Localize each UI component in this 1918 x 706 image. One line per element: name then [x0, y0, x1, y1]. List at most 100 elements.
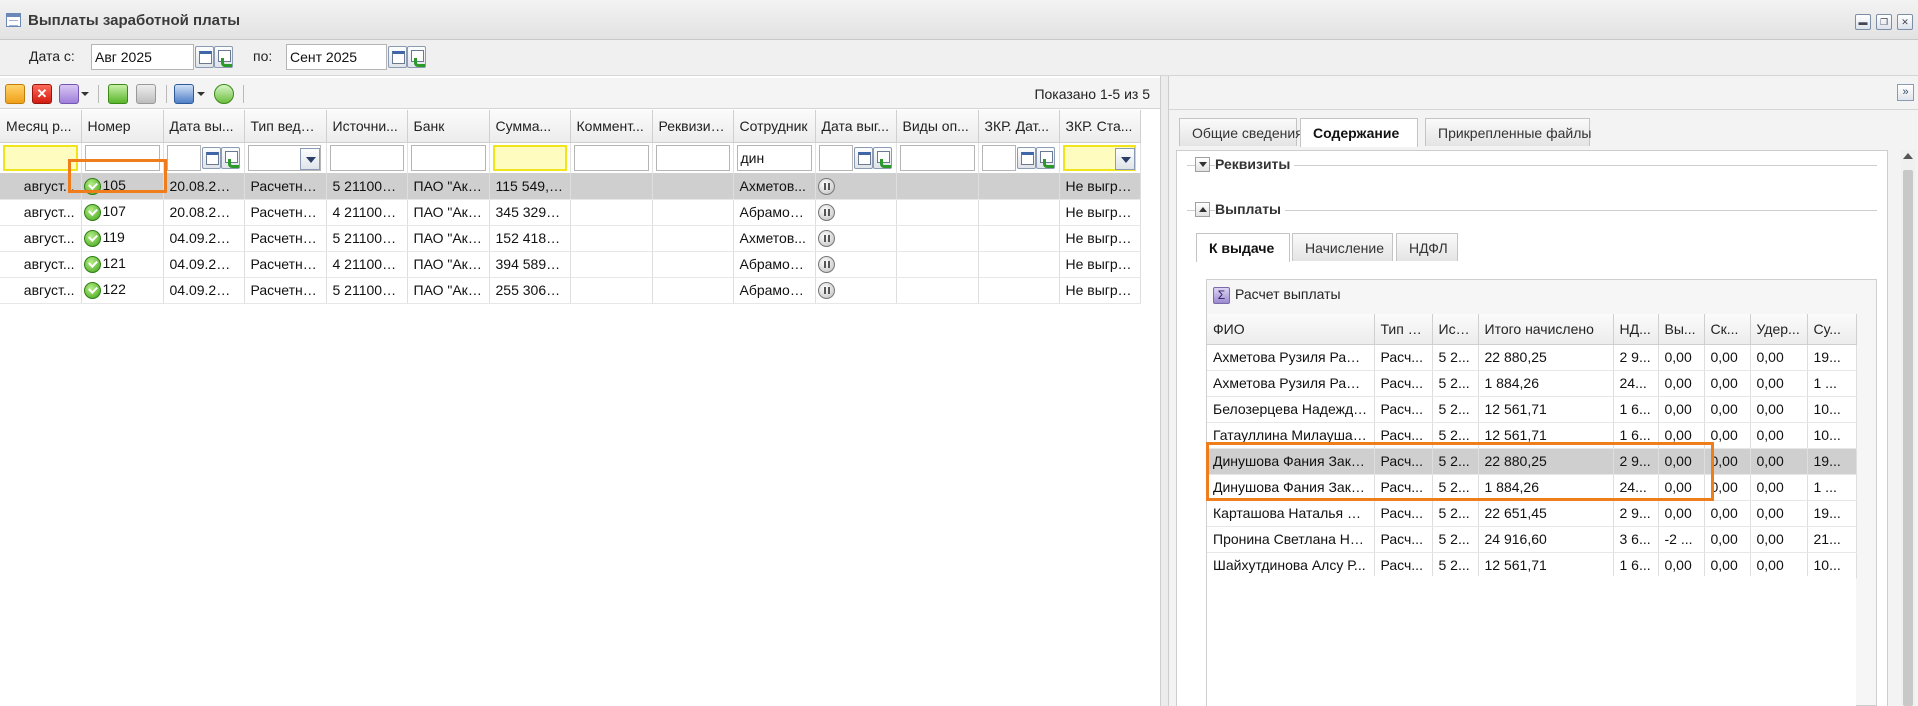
column-header[interactable]: Номер [81, 110, 164, 143]
table-row[interactable]: август... 122 04.09.2025 Расчетно... 5 21100… [0, 277, 1141, 304]
column-header[interactable]: Сумма... [489, 110, 571, 143]
filter-cell[interactable] [1059, 142, 1141, 173]
approve-icon[interactable] [108, 84, 128, 104]
table-row[interactable]: август... 105 20.08.2025 Расчетно... 5 21100… [0, 173, 1141, 200]
filter-cell[interactable] [815, 142, 897, 173]
column-header[interactable]: Тип в... [1374, 314, 1433, 345]
tab-item[interactable]: Прикрепленные файлы [1425, 118, 1591, 146]
filter-cell[interactable] [0, 142, 82, 173]
payments-section-title[interactable]: Выплаты [1215, 201, 1286, 217]
table-row[interactable]: Ахметова Рузиля Раф... Расч... 5 2... 1 884… [1207, 370, 1857, 397]
filter-cell[interactable] [652, 142, 734, 173]
filter-input[interactable] [3, 144, 78, 171]
table-row[interactable]: Пронина Светлана Ни... Расч... 5 2... 24 91… [1207, 526, 1857, 553]
table-row[interactable]: август... 121 04.09.2025 Расчетно... 4 21100… [0, 251, 1141, 278]
employee-filter-input[interactable]: дин [736, 144, 812, 171]
delete-icon[interactable]: ✕ [32, 84, 52, 104]
dropdown-arrow-icon[interactable] [1114, 147, 1135, 170]
table-row[interactable]: Шайхутдинова Алсу Р... Расч... 5 2... 12 56… [1207, 552, 1857, 579]
column-header[interactable]: Вы... [1658, 314, 1705, 345]
dropdown-arrow-icon[interactable] [197, 92, 205, 96]
filter-input[interactable] [84, 144, 160, 171]
table-row[interactable]: август... 107 20.08.2025 Расчетно... 4 21100… [0, 199, 1141, 226]
filter-input[interactable] [410, 144, 486, 171]
filter-input[interactable] [573, 144, 649, 171]
table-row[interactable]: Динушова Фания Заки... Расч... 5 2... 22 88… [1207, 448, 1857, 475]
calendar-icon[interactable] [388, 46, 407, 68]
scroll-up-icon[interactable] [1903, 153, 1913, 159]
filter-input[interactable] [818, 144, 853, 171]
filter-cell[interactable] [163, 142, 245, 173]
calendar-icon[interactable] [1016, 146, 1036, 169]
filter-input[interactable] [329, 144, 404, 171]
calendar-icon[interactable] [853, 146, 873, 169]
vertical-scrollbar[interactable] [1901, 150, 1915, 706]
column-header[interactable]: НД... [1613, 314, 1659, 345]
filter-cell[interactable] [570, 142, 653, 173]
filter-cell[interactable] [978, 142, 1060, 173]
filter-input[interactable] [492, 144, 567, 171]
print-menu-icon[interactable] [174, 84, 194, 104]
column-header[interactable]: Источни... [326, 110, 408, 143]
splitter[interactable] [1160, 76, 1169, 706]
date-to-field[interactable]: Сент 2025 [286, 44, 387, 70]
add-menu-icon[interactable] [59, 84, 79, 104]
column-header[interactable]: Су... [1807, 314, 1857, 345]
filter-cell[interactable] [407, 142, 490, 173]
minimize-icon[interactable]: ▬ [1855, 14, 1871, 30]
filter-cell[interactable] [81, 142, 164, 173]
clear-date-icon[interactable] [872, 146, 892, 169]
column-header[interactable]: Ск... [1704, 314, 1751, 345]
date-from-field[interactable]: Авг 2025 [91, 44, 194, 70]
refresh-icon[interactable] [214, 84, 234, 104]
table-row[interactable]: Ахметова Рузиля Раф... Расч... 5 2... 22 88… [1207, 344, 1857, 371]
filter-input[interactable] [899, 144, 975, 171]
table-row[interactable]: Белозерцева Надежда... Расч... 5 2... 12 56… [1207, 396, 1857, 423]
tab-item[interactable]: Общие сведения [1179, 118, 1303, 146]
filter-cell[interactable] [489, 142, 571, 173]
column-header[interactable]: Ист... [1432, 314, 1479, 345]
chevron-up-icon[interactable] [1195, 202, 1210, 217]
calendar-icon[interactable] [201, 146, 221, 169]
filter-cell[interactable] [896, 142, 979, 173]
subtab-item[interactable]: К выдаче [1196, 233, 1290, 262]
table-row[interactable]: Карташова Наталья М... Расч... 5 2... 22 65… [1207, 500, 1857, 527]
column-header[interactable]: ФИО [1207, 314, 1375, 345]
column-header[interactable]: Виды оп... [896, 110, 979, 143]
scroll-thumb[interactable] [1903, 170, 1913, 706]
filter-input[interactable] [981, 144, 1016, 171]
filter-cell[interactable] [326, 142, 408, 173]
filter-input[interactable] [166, 144, 201, 171]
column-header[interactable]: Тип ведо... [244, 110, 327, 143]
column-header[interactable]: Сотрудник [733, 110, 816, 143]
column-header[interactable]: Банк [407, 110, 490, 143]
edit-icon[interactable] [5, 84, 25, 104]
column-header[interactable]: Итого начислено [1478, 314, 1614, 345]
filter-cell[interactable] [244, 142, 327, 173]
column-header[interactable]: ЗКР. Ста... [1059, 110, 1141, 143]
clear-date-icon[interactable] [214, 46, 233, 68]
column-header[interactable]: ЗКР. Дат... [978, 110, 1060, 143]
expand-icon[interactable]: » [1897, 84, 1914, 101]
clear-date-icon[interactable] [220, 146, 240, 169]
column-header[interactable]: Месяц р... [0, 110, 82, 143]
restore-icon[interactable]: ❐ [1876, 14, 1892, 30]
tab-item[interactable]: Содержание [1300, 118, 1418, 147]
table-row[interactable]: Динушова Фания Заки... Расч... 5 2... 1 884… [1207, 474, 1857, 501]
filter-cell[interactable]: дин [733, 142, 816, 173]
column-header[interactable]: Коммент... [570, 110, 653, 143]
column-header[interactable]: Реквизит... [652, 110, 734, 143]
calc-payout-button[interactable]: Σ Расчет выплаты [1213, 286, 1341, 308]
table-row[interactable]: август... 119 04.09.2025 Расчетно... 5 21100… [0, 225, 1141, 252]
table-row[interactable]: Гатауллина Милауша ... Расч... 5 2... 12 56… [1207, 422, 1857, 449]
column-header[interactable]: Дата выг... [815, 110, 897, 143]
requisites-section-title[interactable]: Реквизиты [1215, 156, 1295, 172]
filter-input[interactable] [655, 144, 730, 171]
subtab-item[interactable]: Начисление [1292, 233, 1393, 261]
dropdown-arrow-icon[interactable] [299, 147, 320, 170]
column-header[interactable]: Дата вы... [163, 110, 245, 143]
close-icon[interactable]: ✕ [1897, 14, 1913, 30]
column-header[interactable]: Удер... [1750, 314, 1808, 345]
calendar-icon[interactable] [195, 46, 214, 68]
clear-date-icon[interactable] [1035, 146, 1055, 169]
